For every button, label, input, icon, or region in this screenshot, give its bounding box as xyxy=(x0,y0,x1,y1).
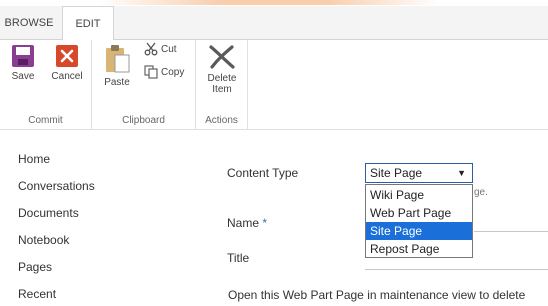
cancel-icon xyxy=(56,45,78,67)
delete-item-button[interactable]: Delete Item xyxy=(205,44,239,95)
option-repost-page[interactable]: Repost Page xyxy=(366,240,472,258)
nav-item-notebook[interactable]: Notebook xyxy=(18,233,69,247)
content-type-label: Content Type xyxy=(227,166,299,180)
tab-edit[interactable]: EDIT xyxy=(62,6,114,41)
top-accent-bar xyxy=(0,0,548,5)
save-icon xyxy=(12,45,34,67)
save-button[interactable]: Save xyxy=(6,44,40,82)
cancel-button[interactable]: Cancel xyxy=(50,44,84,82)
delete-label-line1: Delete xyxy=(207,73,237,84)
group-label-actions: Actions xyxy=(205,115,238,126)
paste-icon xyxy=(106,45,130,73)
ribbon-group-actions: Delete Item Actions xyxy=(196,40,248,130)
scissors-icon xyxy=(144,42,158,56)
delete-label-line2: Item xyxy=(212,84,232,95)
nav-item-conversations[interactable]: Conversations xyxy=(18,179,95,193)
option-wiki-page[interactable]: Wiki Page xyxy=(366,186,472,204)
save-label: Save xyxy=(11,71,35,82)
nav-item-documents[interactable]: Documents xyxy=(18,206,79,220)
copy-icon xyxy=(144,65,158,79)
name-label: Name * xyxy=(227,216,267,230)
content-type-dropdown: Wiki Page Web Part Page Site Page Repost… xyxy=(365,184,473,258)
ribbon: Save Cancel Commit Paste Cut Copy Clipbo… xyxy=(0,40,548,130)
option-web-part-page[interactable]: Web Part Page xyxy=(366,204,472,222)
ribbon-group-clipboard: Paste Cut Copy Clipboard xyxy=(92,40,196,130)
name-label-text: Name xyxy=(227,216,260,230)
nav-item-recent[interactable]: Recent xyxy=(18,287,56,301)
content-type-hint: ge. xyxy=(474,187,488,198)
title-label: Title xyxy=(227,251,250,265)
paste-label: Paste xyxy=(104,77,130,88)
cut-label: Cut xyxy=(161,44,177,55)
nav-item-pages[interactable]: Pages xyxy=(18,260,52,274)
maintenance-view-info: Open this Web Part Page in maintenance v… xyxy=(228,288,526,302)
copy-button[interactable]: Copy xyxy=(144,65,184,81)
caret-down-icon: ▼ xyxy=(457,168,466,178)
content-type-value: Site Page xyxy=(370,166,423,180)
option-site-page[interactable]: Site Page xyxy=(366,222,472,240)
tab-browse[interactable]: BROWSE xyxy=(0,6,58,40)
ribbon-group-commit: Save Cancel Commit xyxy=(0,40,92,130)
nav-item-home[interactable]: Home xyxy=(18,152,50,166)
ribbon-tab-bar: BROWSE EDIT xyxy=(0,6,548,41)
delete-icon xyxy=(209,45,235,69)
name-input[interactable] xyxy=(474,231,548,232)
cancel-label: Cancel xyxy=(51,71,83,82)
copy-label: Copy xyxy=(161,67,185,78)
title-input[interactable] xyxy=(365,269,548,270)
paste-button[interactable]: Paste xyxy=(100,44,134,88)
group-label-commit: Commit xyxy=(28,115,63,126)
group-label-clipboard: Clipboard xyxy=(122,115,165,126)
cut-button[interactable]: Cut xyxy=(144,42,177,58)
content-type-select[interactable]: Site Page ▼ xyxy=(365,163,473,183)
required-marker: * xyxy=(262,216,268,230)
